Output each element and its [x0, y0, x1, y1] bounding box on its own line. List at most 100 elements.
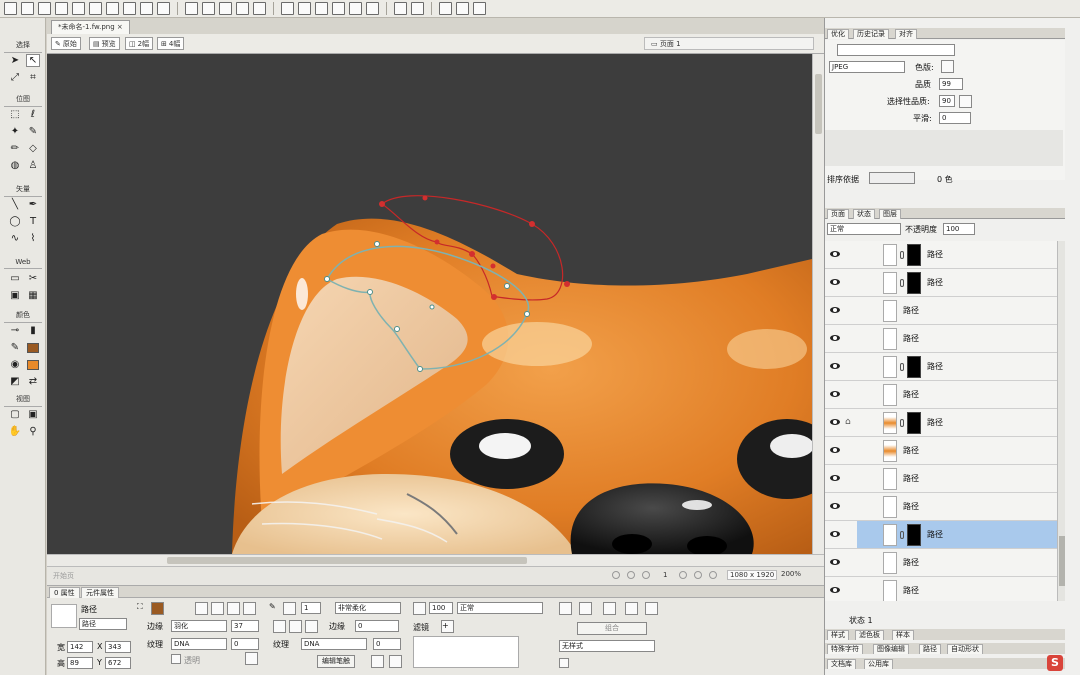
blend-mode-select[interactable]: 正常	[457, 602, 543, 614]
toolbar-button-12-icon[interactable]	[219, 2, 232, 15]
vscroll-thumb[interactable]	[815, 74, 822, 134]
fill-solid-icon[interactable]	[211, 602, 224, 615]
layer-row-body[interactable]: 路径	[857, 493, 1057, 520]
freeform-tool-icon[interactable]: ∿	[8, 232, 22, 245]
toolbar-button-1-icon[interactable]	[21, 2, 34, 15]
stroke-color-swatch[interactable]	[283, 602, 296, 615]
swap-colors-icon[interactable]: ⇄	[26, 375, 40, 388]
canvas-vertical-scrollbar[interactable]	[812, 54, 824, 554]
hotspot-tool-icon[interactable]: ▭	[8, 272, 22, 285]
layer-row[interactable]: 路径	[825, 549, 1057, 577]
zoom-tool-icon[interactable]: ⚲	[26, 425, 40, 438]
preview-view-button[interactable]: ▤ 预览	[89, 37, 120, 50]
width-field[interactable]: 142	[67, 641, 93, 653]
visibility-eye-icon[interactable]	[830, 474, 840, 482]
close-tab-icon[interactable]: ×	[117, 23, 123, 31]
style-select[interactable]: 无样式	[559, 640, 655, 652]
layer-row-body[interactable]: 路径	[857, 325, 1057, 352]
preset-select[interactable]	[837, 44, 955, 56]
stamp-tool-icon[interactable]: ♙	[26, 159, 40, 172]
loop-icon[interactable]	[709, 571, 717, 579]
tab-pages[interactable]: 页面	[827, 209, 849, 219]
lasso-tool-icon[interactable]: ℓ	[26, 108, 40, 121]
panel-tab[interactable]: 样本	[892, 630, 914, 640]
align-icon[interactable]	[603, 602, 616, 615]
first-frame-icon[interactable]	[612, 571, 620, 579]
add-filter-button[interactable]: +	[441, 620, 454, 633]
marquee-tool-icon[interactable]: ⬚	[8, 108, 22, 121]
fill-pattern-icon[interactable]	[243, 602, 256, 615]
original-view-button[interactable]: ✎ 原始	[51, 37, 81, 50]
layer-row-body[interactable]: 路径	[857, 521, 1057, 548]
quality-field[interactable]: 99	[939, 78, 963, 90]
tab-layers[interactable]: 图层	[879, 209, 901, 219]
toolbar-button-11-icon[interactable]	[202, 2, 215, 15]
lock-icon[interactable]: ⌂	[845, 417, 851, 427]
edit-stroke-button[interactable]: 编辑笔触	[317, 655, 355, 668]
tab-optimize[interactable]: 优化	[827, 29, 849, 39]
format-select[interactable]: JPEG	[829, 61, 905, 73]
mask-link-icon[interactable]	[900, 279, 904, 287]
edge-select[interactable]: 羽化	[171, 620, 227, 632]
stroke-type-select[interactable]: 非常柔化	[335, 602, 401, 614]
screen-mode-icon[interactable]: ▢	[8, 408, 22, 421]
four-up-view-button[interactable]: ⊞ 4幅	[157, 37, 185, 50]
layer-row[interactable]: 路径	[825, 241, 1057, 269]
tab-properties[interactable]: 0 属性	[49, 587, 80, 598]
style-new-icon[interactable]	[559, 658, 569, 668]
layers-scroll-thumb[interactable]	[1059, 536, 1065, 586]
toolbar-button-0-icon[interactable]	[4, 2, 17, 15]
canvas-horizontal-scrollbar[interactable]	[47, 554, 824, 566]
stroke-texture-amount[interactable]: 0	[373, 638, 401, 650]
stroke-option-a-icon[interactable]	[371, 655, 384, 668]
visibility-eye-icon[interactable]	[830, 586, 840, 594]
visibility-eye-icon[interactable]	[830, 250, 840, 258]
mask-link-icon[interactable]	[900, 531, 904, 539]
crop-tool-icon[interactable]: ⌗	[26, 71, 40, 84]
tab-states[interactable]: 状态	[853, 209, 875, 219]
panel-tab[interactable]: 文档库	[827, 659, 856, 669]
toolbar-button-17-icon[interactable]	[315, 2, 328, 15]
stroke-texture-select[interactable]: DNA	[301, 638, 367, 650]
layer-row-body[interactable]: 路径	[857, 353, 1057, 380]
magic-wand-icon[interactable]: ✦	[8, 125, 22, 138]
toolbar-button-4-icon[interactable]	[72, 2, 85, 15]
brush-tool-icon[interactable]: ✎	[26, 125, 40, 138]
stroke-swatch[interactable]	[26, 341, 40, 354]
fill-swatch[interactable]	[26, 358, 40, 371]
text-tool-icon[interactable]: T	[26, 215, 40, 228]
fill-none-icon[interactable]	[195, 602, 208, 615]
page-selector[interactable]: ▭ 页面 1	[644, 37, 814, 50]
toolbar-button-22-icon[interactable]	[411, 2, 424, 15]
toolbar-button-8-icon[interactable]	[140, 2, 153, 15]
paint-bucket-icon[interactable]: ▮	[26, 324, 40, 337]
group-icon[interactable]	[625, 602, 638, 615]
texture-select[interactable]: DNA	[171, 638, 227, 650]
pencil-tool-icon[interactable]: ✏	[8, 142, 22, 155]
selective-quality-edit-icon[interactable]	[959, 95, 972, 108]
scale-tool-icon[interactable]: ⤢	[8, 71, 22, 84]
layer-row-body[interactable]: 路径	[857, 241, 1057, 268]
layer-row-body[interactable]: 路径	[857, 465, 1057, 492]
toolbar-button-7-icon[interactable]	[123, 2, 136, 15]
mask-link-icon[interactable]	[900, 363, 904, 371]
visibility-eye-icon[interactable]	[830, 362, 840, 370]
stroke-color-icon[interactable]: ✎	[8, 341, 22, 354]
eyedropper-tool-icon[interactable]: ⊸	[8, 324, 22, 337]
matte-swatch[interactable]	[941, 60, 954, 73]
default-colors-icon[interactable]: ◩	[8, 375, 22, 388]
layer-row[interactable]: 路径	[825, 521, 1057, 549]
hscroll-thumb[interactable]	[167, 557, 527, 564]
prev-frame-icon[interactable]	[627, 571, 635, 579]
toolbar-button-6-icon[interactable]	[106, 2, 119, 15]
opacity-field[interactable]: 100	[429, 602, 453, 614]
last-frame-icon[interactable]	[694, 571, 702, 579]
layer-row[interactable]: 路径	[825, 381, 1057, 409]
document-dimensions[interactable]: 1080 x 1920	[727, 570, 778, 580]
subselect-tool-icon[interactable]: ↖	[26, 54, 40, 67]
fill-gradient-icon[interactable]	[227, 602, 240, 615]
show-slices-icon[interactable]: ▦	[26, 289, 40, 302]
toolbar-button-10-icon[interactable]	[185, 2, 198, 15]
stroke-inside-icon[interactable]	[273, 620, 286, 633]
layer-row-body[interactable]: 路径	[857, 381, 1057, 408]
